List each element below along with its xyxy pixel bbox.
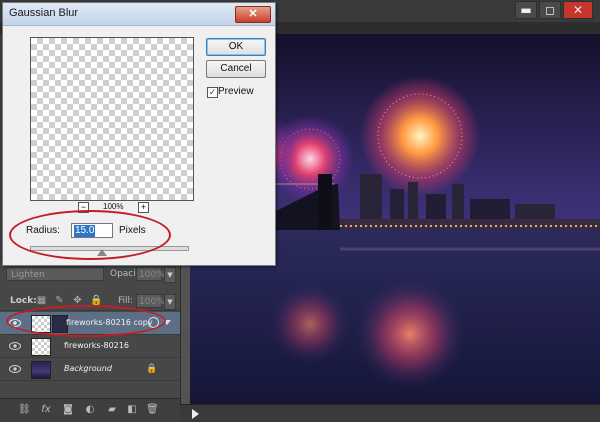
eye-icon[interactable]	[9, 341, 21, 351]
dialog-title: Gaussian Blur	[9, 7, 79, 19]
opacity-input[interactable]: 100%	[136, 267, 165, 281]
fill-input[interactable]: 100%	[136, 294, 165, 308]
close-window-button[interactable]: ✕	[563, 1, 593, 19]
mask-icon[interactable]: ◙	[62, 404, 74, 416]
group-icon[interactable]: ▰	[106, 404, 118, 416]
cancel-button[interactable]: Cancel	[206, 60, 266, 78]
preview-label: Preview	[218, 86, 254, 97]
layer-name: Background	[64, 364, 112, 373]
layers-footer: ⛓ fx ◙ ◐ ▰ ◧ 🗑	[0, 398, 180, 422]
fill-label: Fill:	[118, 296, 134, 306]
layer-name: fireworks-80216	[64, 341, 129, 350]
layer-row[interactable]: fireworks-80216	[0, 335, 180, 358]
blur-preview[interactable]	[30, 37, 194, 201]
layer-thumbnail	[31, 361, 51, 379]
lock-label: Lock:	[10, 296, 37, 306]
layers-panel: Lighten Opacity: 100% ▼ Lock: ▦ ✎ ✥ 🔒 Fi…	[0, 262, 181, 422]
annotation-radius-ellipse	[9, 210, 171, 260]
adjustment-icon[interactable]: ◐	[84, 404, 96, 416]
ok-button[interactable]: OK	[206, 38, 266, 56]
fx-icon[interactable]: fx	[40, 404, 52, 416]
lock-pixels-icon[interactable]: ✎	[54, 295, 65, 306]
lock-icon: 🔒	[146, 364, 158, 374]
eye-icon[interactable]	[9, 364, 21, 374]
annotation-layer-ellipse	[6, 305, 166, 337]
zoom-in-button[interactable]: +	[138, 202, 149, 213]
blend-mode-select[interactable]: Lighten	[6, 267, 104, 281]
layer-row[interactable]: Background 🔒	[0, 358, 180, 381]
maximize-button[interactable]: ◻	[539, 1, 561, 19]
lock-transparency-icon[interactable]: ▦	[36, 295, 47, 306]
fill-dropdown-icon[interactable]: ▼	[164, 294, 176, 310]
trash-icon[interactable]: 🗑	[146, 404, 159, 416]
minimize-button[interactable]: ▬	[515, 1, 537, 19]
dialog-title-bar[interactable]: Gaussian Blur ✕	[3, 3, 275, 26]
preview-checkbox[interactable]: ✓	[207, 87, 218, 98]
dialog-close-button[interactable]: ✕	[235, 6, 271, 23]
status-bar	[180, 404, 600, 422]
layer-thumbnail	[31, 338, 51, 356]
new-layer-icon[interactable]: ◧	[126, 404, 138, 416]
link-icon[interactable]: ⛓	[18, 404, 31, 416]
status-arrow-icon[interactable]	[192, 409, 199, 419]
opacity-dropdown-icon[interactable]: ▼	[164, 267, 176, 283]
